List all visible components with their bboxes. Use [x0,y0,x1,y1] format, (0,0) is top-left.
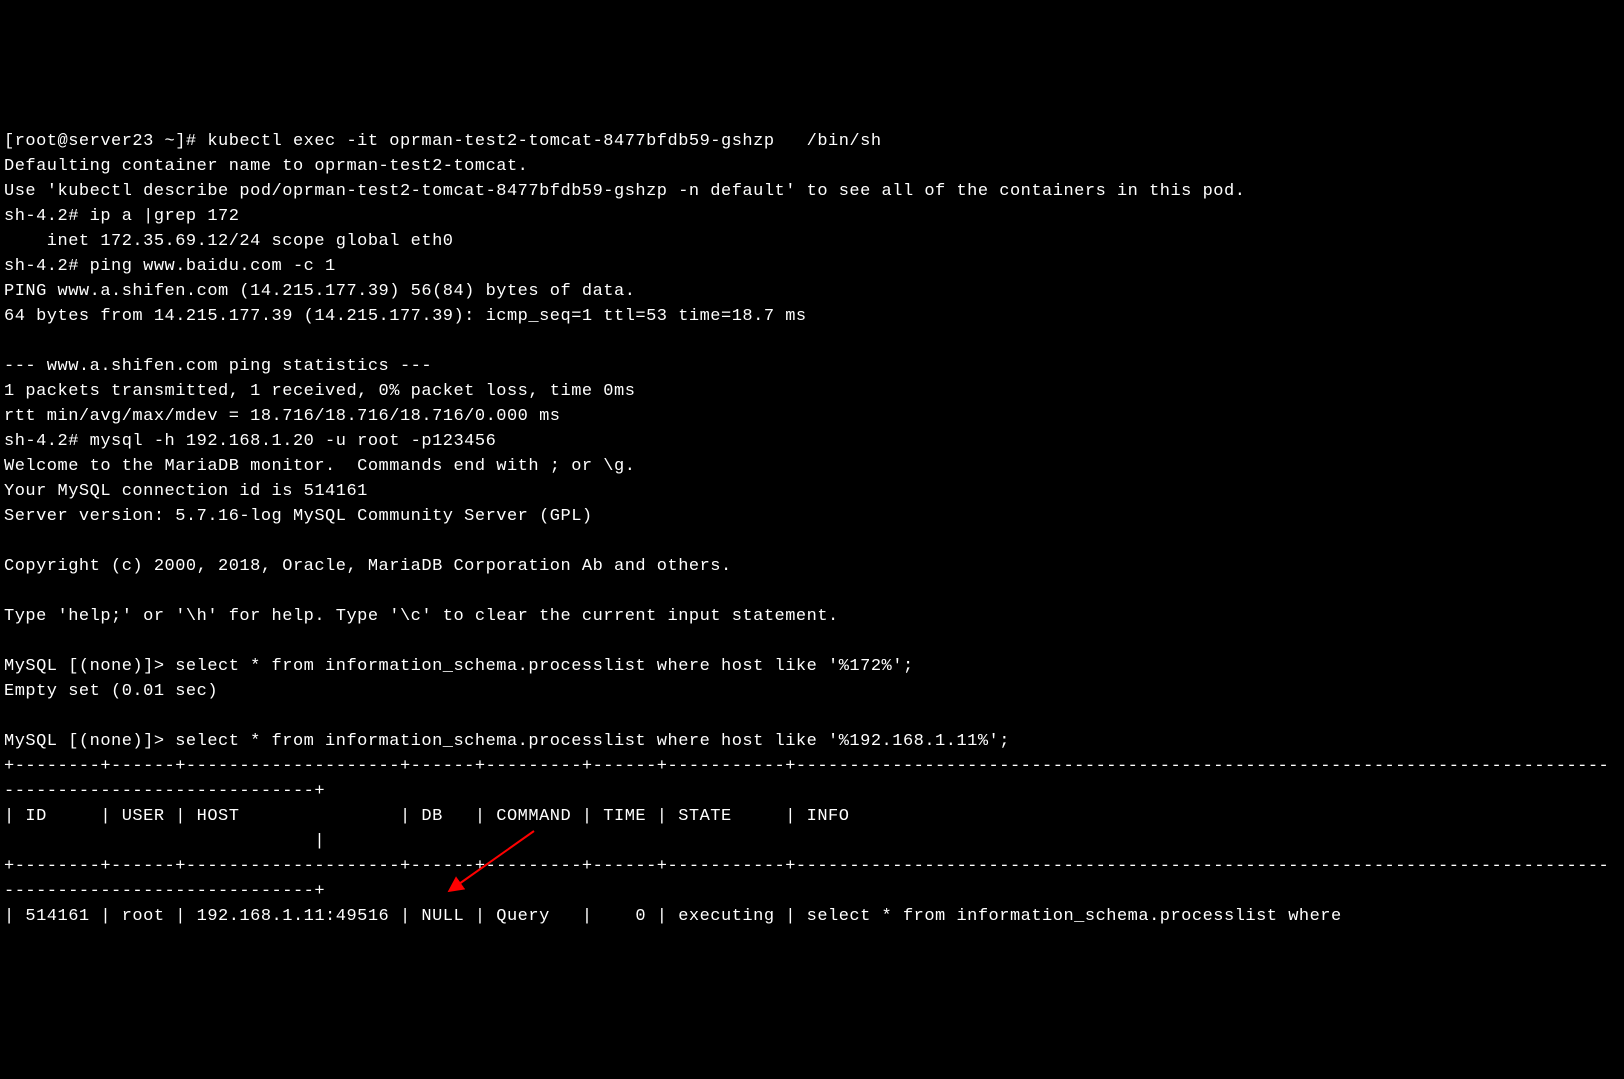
terminal-line: Empty set (0.01 sec) [4,682,218,701]
terminal-line: | ID | USER | HOST | DB | COMMAND | TIME… [4,807,849,826]
terminal-line: Your MySQL connection id is 514161 [4,482,368,501]
terminal-line: --- www.a.shifen.com ping statistics --- [4,357,432,376]
terminal-line: Server version: 5.7.16-log MySQL Communi… [4,507,593,526]
terminal-line: [root@server23 ~]# kubectl exec -it oprm… [4,132,882,151]
terminal-line: | [4,832,325,851]
terminal-line: 64 bytes from 14.215.177.39 (14.215.177.… [4,307,807,326]
terminal-line: MySQL [(none)]> select * from informatio… [4,657,914,676]
terminal-line: rtt min/avg/max/mdev = 18.716/18.716/18.… [4,407,561,426]
terminal-line: PING www.a.shifen.com (14.215.177.39) 56… [4,282,635,301]
terminal-line: Welcome to the MariaDB monitor. Commands… [4,457,635,476]
terminal-line: Defaulting container name to oprman-test… [4,157,528,176]
terminal-line: Type 'help;' or '\h' for help. Type '\c'… [4,607,839,626]
terminal-line: -----------------------------+ [4,782,325,801]
terminal-line: -----------------------------+ [4,882,325,901]
terminal-line: | 514161 | root | 192.168.1.11:49516 | N… [4,907,1342,926]
terminal-line: MySQL [(none)]> select * from informatio… [4,732,1010,751]
terminal-line: sh-4.2# ip a |grep 172 [4,207,239,226]
terminal-line: inet 172.35.69.12/24 scope global eth0 [4,232,453,251]
terminal-line: Copyright (c) 2000, 2018, Oracle, MariaD… [4,557,732,576]
terminal-line: 1 packets transmitted, 1 received, 0% pa… [4,382,635,401]
terminal-line: +--------+------+--------------------+--… [4,857,1609,876]
terminal-line: sh-4.2# mysql -h 192.168.1.20 -u root -p… [4,432,496,451]
terminal-window[interactable]: [root@server23 ~]# kubectl exec -it oprm… [4,104,1620,954]
terminal-line: +--------+------+--------------------+--… [4,757,1609,776]
terminal-line: Use 'kubectl describe pod/oprman-test2-t… [4,182,1245,201]
terminal-line: sh-4.2# ping www.baidu.com -c 1 [4,257,336,276]
